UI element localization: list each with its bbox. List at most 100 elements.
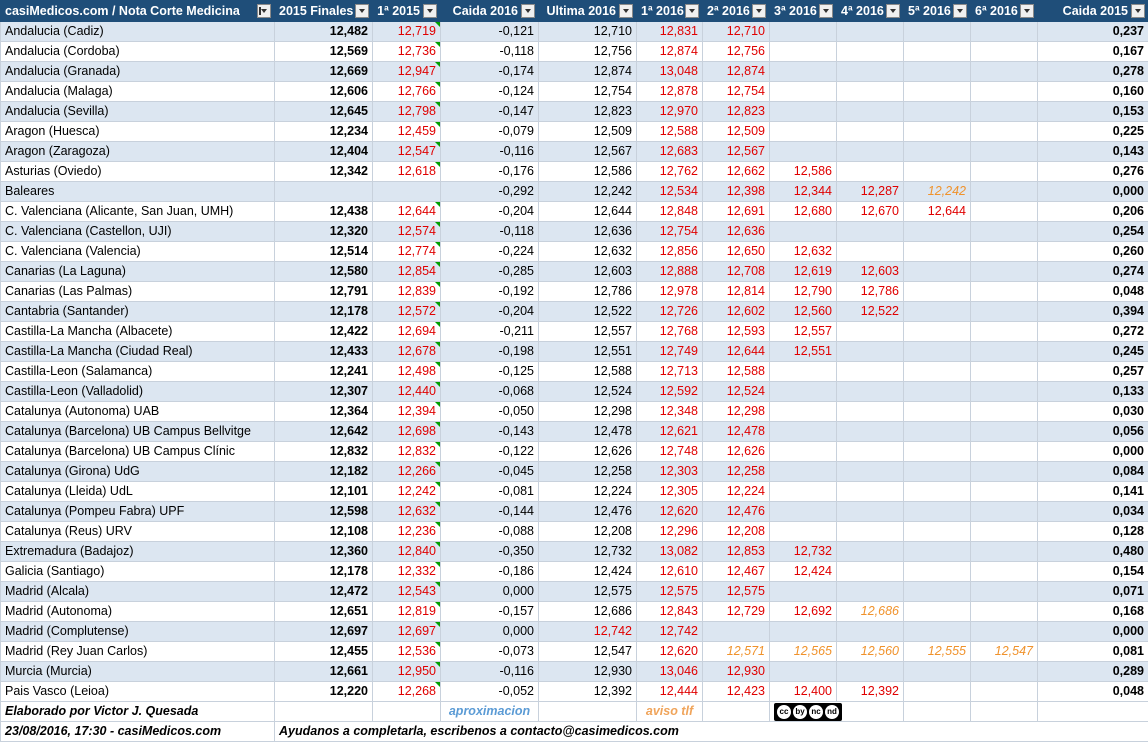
table-cell[interactable]: -0,198 — [441, 342, 539, 362]
table-cell[interactable] — [904, 302, 971, 322]
table-cell[interactable] — [971, 622, 1038, 642]
table-cell[interactable]: 12,392 — [837, 682, 904, 702]
table-cell[interactable]: 12,296 — [637, 522, 703, 542]
table-cell[interactable] — [904, 222, 971, 242]
table-cell[interactable]: 12,547 — [539, 642, 637, 662]
table-cell[interactable] — [904, 382, 971, 402]
table-cell[interactable]: 12,618 — [373, 162, 441, 182]
table-cell[interactable]: 12,258 — [539, 462, 637, 482]
table-cell[interactable] — [837, 82, 904, 102]
table-cell[interactable] — [837, 442, 904, 462]
table-cell[interactable]: 12,593 — [703, 322, 770, 342]
table-cell[interactable] — [971, 402, 1038, 422]
table-cell[interactable]: 0,257 — [1038, 362, 1148, 382]
table-cell[interactable] — [904, 162, 971, 182]
table-cell[interactable]: 12,305 — [637, 482, 703, 502]
table-cell[interactable]: -0,122 — [441, 442, 539, 462]
table-cell[interactable]: Castilla-La Mancha (Albacete) — [1, 322, 275, 342]
table-cell[interactable]: 0,000 — [1038, 622, 1148, 642]
table-cell[interactable]: 12,455 — [275, 642, 373, 662]
table-cell[interactable]: -0,204 — [441, 302, 539, 322]
table-cell[interactable] — [837, 22, 904, 42]
table-cell[interactable]: Catalunya (Barcelona) UB Campus Bellvitg… — [1, 422, 275, 442]
table-cell[interactable] — [904, 442, 971, 462]
table-cell[interactable]: Madrid (Alcala) — [1, 582, 275, 602]
table-cell[interactable]: -0,143 — [441, 422, 539, 442]
table-cell[interactable]: 12,831 — [637, 22, 703, 42]
table-cell[interactable]: 12,670 — [837, 202, 904, 222]
table-cell[interactable]: 12,729 — [703, 602, 770, 622]
table-cell[interactable]: 12,400 — [770, 682, 837, 702]
table-cell[interactable]: 12,575 — [637, 582, 703, 602]
table-cell[interactable]: 12,732 — [770, 542, 837, 562]
table-cell[interactable] — [904, 242, 971, 262]
table-cell[interactable]: 12,697 — [275, 622, 373, 642]
table-cell[interactable] — [837, 542, 904, 562]
table-cell[interactable] — [971, 522, 1038, 542]
table-cell[interactable]: 0,048 — [1038, 682, 1148, 702]
filter-dropdown-icon[interactable] — [619, 4, 633, 18]
table-cell[interactable]: 12,874 — [703, 62, 770, 82]
table-cell[interactable]: 12,680 — [770, 202, 837, 222]
table-cell[interactable]: 12,786 — [539, 282, 637, 302]
table-cell[interactable]: -0,045 — [441, 462, 539, 482]
table-cell[interactable]: -0,147 — [441, 102, 539, 122]
table-cell[interactable] — [904, 142, 971, 162]
table-cell[interactable]: 12,424 — [770, 562, 837, 582]
table-cell[interactable]: 12,832 — [275, 442, 373, 462]
table-cell[interactable] — [904, 22, 971, 42]
table-cell[interactable]: 12,392 — [539, 682, 637, 702]
table-cell[interactable] — [904, 542, 971, 562]
table-cell[interactable] — [770, 482, 837, 502]
table-cell[interactable]: 12,236 — [373, 522, 441, 542]
column-header[interactable]: casiMedicos.com / Nota Corte Medicina — [1, 1, 275, 22]
table-cell[interactable]: 12,565 — [770, 642, 837, 662]
table-cell[interactable]: 12,557 — [539, 322, 637, 342]
table-cell[interactable]: 12,320 — [275, 222, 373, 242]
table-cell[interactable]: 12,208 — [703, 522, 770, 542]
table-cell[interactable]: 12,610 — [637, 562, 703, 582]
table-cell[interactable]: 12,786 — [837, 282, 904, 302]
table-cell[interactable]: 12,575 — [539, 582, 637, 602]
table-cell[interactable] — [971, 442, 1038, 462]
filter-dropdown-icon[interactable] — [1131, 4, 1145, 18]
table-cell[interactable]: 0,143 — [1038, 142, 1148, 162]
column-header[interactable]: 6ª 2016 — [971, 1, 1038, 22]
table-cell[interactable]: 12,978 — [637, 282, 703, 302]
filter-dropdown-icon[interactable] — [685, 4, 699, 18]
table-cell[interactable] — [837, 402, 904, 422]
table-cell[interactable]: 0,030 — [1038, 402, 1148, 422]
table-cell[interactable] — [971, 22, 1038, 42]
table-cell[interactable]: Andalucia (Malaga) — [1, 82, 275, 102]
table-cell[interactable]: 12,467 — [703, 562, 770, 582]
table-cell[interactable]: 12,569 — [275, 42, 373, 62]
table-cell[interactable] — [971, 322, 1038, 342]
table-cell[interactable]: -0,144 — [441, 502, 539, 522]
table-cell[interactable]: 12,543 — [373, 582, 441, 602]
table-cell[interactable] — [837, 562, 904, 582]
table-cell[interactable] — [837, 102, 904, 122]
table-cell[interactable] — [837, 582, 904, 602]
table-cell[interactable] — [275, 182, 373, 202]
table-cell[interactable] — [770, 522, 837, 542]
table-cell[interactable]: -0,174 — [441, 62, 539, 82]
table-cell[interactable] — [837, 342, 904, 362]
filter-dropdown-icon[interactable] — [819, 4, 833, 18]
table-cell[interactable] — [904, 562, 971, 582]
table-cell[interactable]: -0,050 — [441, 402, 539, 422]
table-cell[interactable]: 12,843 — [637, 602, 703, 622]
table-cell[interactable] — [770, 502, 837, 522]
table-cell[interactable] — [770, 582, 837, 602]
table-cell[interactable]: 12,560 — [837, 642, 904, 662]
table-cell[interactable] — [703, 622, 770, 642]
table-cell[interactable]: 12,798 — [373, 102, 441, 122]
table-cell[interactable]: 12,580 — [275, 262, 373, 282]
table-cell[interactable] — [971, 122, 1038, 142]
table-cell[interactable]: 12,754 — [637, 222, 703, 242]
table-cell[interactable] — [904, 262, 971, 282]
table-cell[interactable]: -0,068 — [441, 382, 539, 402]
table-cell[interactable]: 12,242 — [539, 182, 637, 202]
table-cell[interactable]: 12,853 — [703, 542, 770, 562]
table-cell[interactable]: 12,644 — [539, 202, 637, 222]
table-cell[interactable] — [971, 102, 1038, 122]
